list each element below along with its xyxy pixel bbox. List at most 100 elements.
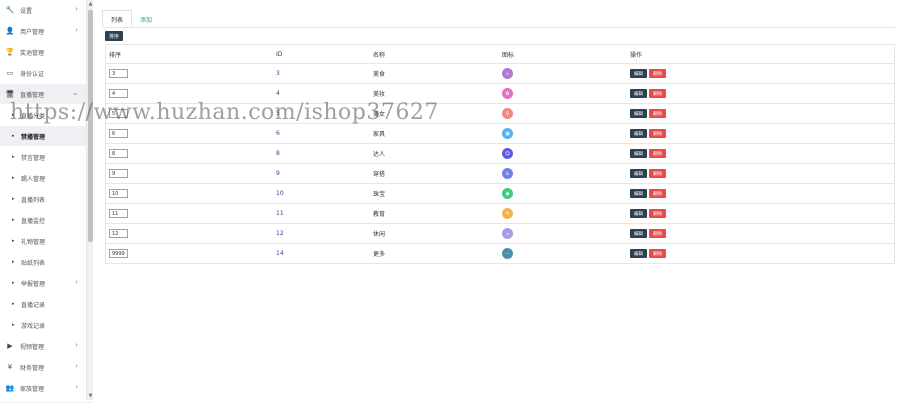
edit-button[interactable]: 编辑: [630, 169, 647, 178]
delete-button[interactable]: 删除: [649, 189, 666, 198]
scroll-up-arrow-icon[interactable]: ▲: [87, 0, 94, 8]
sidebar-item-label: 直播列表: [21, 196, 46, 204]
ops-cell: 编辑 删除: [630, 84, 668, 103]
edit-button[interactable]: 编辑: [630, 89, 647, 98]
id-cell: 11: [276, 210, 284, 217]
sidebar-item-label: 举报管理: [21, 280, 46, 288]
sidebar-item-label: 直播管理: [20, 91, 45, 99]
sidebar-item-2[interactable]: 🏆 奖池管理: [0, 42, 86, 62]
sidebar-item-12[interactable]: ▸ 贴纸列表: [0, 252, 86, 272]
id-cell: 6: [276, 130, 280, 137]
caret-right-icon: ▸: [12, 322, 15, 328]
ops-cell: 编辑 删除: [630, 64, 668, 83]
sidebar-item-3[interactable]: ▭ 身份认证: [0, 63, 86, 83]
delete-button[interactable]: 删除: [649, 229, 666, 238]
id-cell: 8: [276, 150, 280, 157]
edit-button[interactable]: 编辑: [630, 129, 647, 138]
sidebar-item-18[interactable]: 👥 家族管理 ›: [0, 378, 86, 398]
sidebar-item-16[interactable]: ▶ 视频管理 ›: [0, 336, 86, 356]
delete-button[interactable]: 删除: [649, 69, 666, 78]
table-row: 12 休闲 ☕ 编辑 删除: [106, 224, 894, 244]
sort-order-input[interactable]: [109, 189, 128, 198]
sidebar-item-0[interactable]: 🔧 设置 ›: [0, 0, 86, 20]
sidebar-item-9[interactable]: ▸ 直播列表: [0, 189, 86, 209]
ops-cell: 编辑 删除: [630, 184, 668, 203]
table-row: 10 珠宝 ◆ 编辑 删除: [106, 184, 894, 204]
tab-list[interactable]: 列表: [102, 10, 133, 28]
sidebar-item-label: 身份认证: [20, 70, 45, 78]
chevron-right-icon: ›: [75, 341, 78, 349]
ops-cell: 编辑 删除: [630, 204, 668, 223]
sort-cell: [109, 244, 128, 263]
delete-button[interactable]: 删除: [649, 249, 666, 258]
sidebar-item-label: 设置: [20, 7, 33, 15]
edit-button[interactable]: 编辑: [630, 109, 647, 118]
sort-order-input[interactable]: [109, 169, 128, 178]
delete-button[interactable]: 删除: [649, 129, 666, 138]
scroll-down-arrow-icon[interactable]: ▼: [87, 392, 94, 400]
wrench-icon: 🔧: [5, 6, 15, 14]
table-row: 8 达人 ☺ 编辑 删除: [106, 144, 894, 164]
id-cell: 12: [276, 230, 284, 237]
sidebar-item-label: 禁言管理: [21, 154, 46, 162]
sidebar-item-4[interactable]: 🖥 直播管理 ⌄: [0, 84, 86, 104]
sidebar-item-11[interactable]: ▸ 礼物管理: [0, 231, 86, 251]
sidebar-item-17[interactable]: ¥ 财务管理 ›: [0, 357, 86, 377]
icon-cell: ✿: [502, 84, 513, 103]
sidebar-item-13[interactable]: ▸ 举报管理 ›: [0, 273, 86, 293]
id-cell: 3: [276, 70, 280, 77]
sort-order-input[interactable]: [109, 229, 128, 238]
name-cell: 达人: [373, 151, 386, 158]
category-icon: ♙: [502, 168, 513, 179]
delete-button[interactable]: 删除: [649, 149, 666, 158]
sort-cell: [109, 104, 128, 123]
sidebar-item-7[interactable]: ▸ 禁言管理: [0, 147, 86, 167]
category-icon: ▣: [502, 128, 513, 139]
sort-order-input[interactable]: [109, 69, 128, 78]
edit-button[interactable]: 编辑: [630, 249, 647, 258]
sort-order-input[interactable]: [109, 209, 128, 218]
sidebar-item-15[interactable]: ▸ 游戏记录: [0, 315, 86, 335]
sidebar-item-label: 家族管理: [20, 385, 45, 393]
table-row: 6 家具 ▣ 编辑 删除: [106, 124, 894, 144]
ops-cell: 编辑 删除: [630, 144, 668, 163]
delete-button[interactable]: 删除: [649, 209, 666, 218]
delete-button[interactable]: 删除: [649, 109, 666, 118]
sidebar-item-label: 奖池管理: [20, 49, 45, 57]
edit-button[interactable]: 编辑: [630, 229, 647, 238]
sort-cell: [109, 144, 128, 163]
sort-order-input[interactable]: [109, 129, 128, 138]
delete-button[interactable]: 删除: [649, 89, 666, 98]
delete-button[interactable]: 删除: [649, 169, 666, 178]
edit-button[interactable]: 编辑: [630, 149, 647, 158]
edit-button[interactable]: 编辑: [630, 189, 647, 198]
sort-order-input[interactable]: [109, 109, 128, 118]
caret-right-icon: ▸: [12, 301, 15, 307]
sidebar: 🔧 设置 › 👤 用户管理 › 🏆 奖池管理 ▭ 身份认证 🖥 直播管理 ⌄ ▸ 直播分类 ▸ 禁播管理 ▸ 禁言管…: [0, 0, 86, 419]
scroll-thumb[interactable]: [88, 10, 93, 242]
sidebar-scrollbar[interactable]: ▲ ▼: [86, 0, 93, 400]
tab-add[interactable]: 添加: [132, 10, 160, 28]
sort-order-input[interactable]: [109, 89, 128, 98]
id-card-icon: ▭: [6, 69, 14, 77]
tab-bar: 列表 添加: [102, 10, 160, 28]
name-cell: 教育: [373, 211, 386, 218]
sort-order-input[interactable]: [109, 149, 128, 158]
edit-button[interactable]: 编辑: [630, 209, 647, 218]
name-cell: 更多: [373, 251, 386, 258]
sort-button[interactable]: 排序: [105, 31, 123, 41]
sort-cell: [109, 164, 128, 183]
name-cell: 美女: [373, 111, 386, 118]
sidebar-item-6[interactable]: ▸ 禁播管理: [0, 126, 86, 146]
category-icon: ✎: [502, 208, 513, 219]
table-body: 3 美食 ♨ 编辑 删除 4 美妆 ✿ 编辑 删除 5 美女 ♀ 编辑 删: [106, 64, 894, 264]
edit-button[interactable]: 编辑: [630, 69, 647, 78]
icon-cell: ▣: [502, 124, 513, 143]
app-root: 🔧 设置 › 👤 用户管理 › 🏆 奖池管理 ▭ 身份认证 🖥 直播管理 ⌄ ▸ 直播分类 ▸ 禁播管理 ▸ 禁言管…: [0, 0, 900, 419]
sidebar-item-10[interactable]: ▸ 直播监控: [0, 210, 86, 230]
sidebar-item-5[interactable]: ▸ 直播分类: [0, 105, 86, 125]
sidebar-item-1[interactable]: 👤 用户管理 ›: [0, 21, 86, 41]
sidebar-item-8[interactable]: ▸ 踢人管理: [0, 168, 86, 188]
sort-order-input[interactable]: [109, 249, 128, 258]
sidebar-item-14[interactable]: ▸ 直播记录: [0, 294, 86, 314]
